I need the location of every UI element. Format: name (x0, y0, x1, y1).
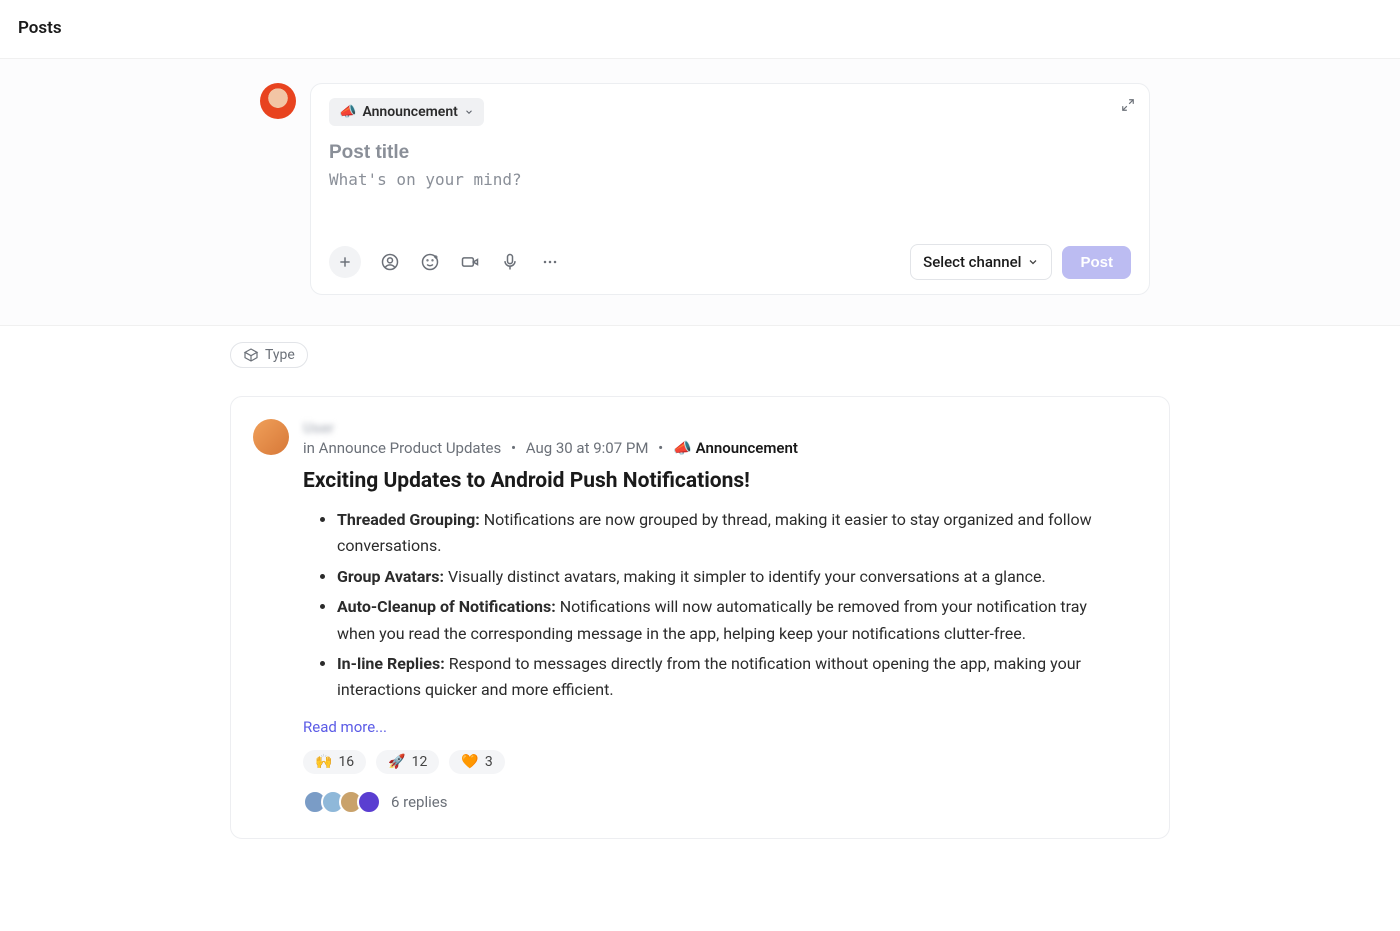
filter-bar: Type (230, 342, 1170, 368)
chevron-down-icon (1027, 256, 1039, 268)
post-bullet: In-line Replies: Respond to messages dir… (337, 651, 1123, 704)
post-title-input[interactable] (329, 142, 1131, 164)
post-timestamp: Aug 30 at 9:07 PM (526, 439, 649, 457)
post-type-chip[interactable]: 📣 Announcement (329, 98, 484, 126)
current-user-avatar (260, 83, 296, 119)
megaphone-icon: 📣 (339, 104, 356, 120)
reply-avatar (357, 790, 381, 814)
post-card: User in Announce Product Updates • Aug 3… (230, 396, 1170, 839)
post-tag: 📣 Announcement (673, 439, 798, 457)
post-bullet: Group Avatars: Visually distinct avatars… (337, 564, 1123, 590)
reactions-row: 🙌16 🚀12 🧡3 (303, 750, 1123, 774)
replies-count: 6 replies (391, 793, 447, 811)
expand-icon[interactable] (1121, 98, 1135, 112)
select-channel-label: Select channel (923, 253, 1021, 271)
post-author-name: User (303, 419, 1123, 437)
post-bullet: Threaded Grouping: Notifications are now… (337, 507, 1123, 560)
reply-avatars (303, 790, 381, 814)
post-type-label: Announcement (362, 104, 457, 120)
box-icon (243, 347, 259, 363)
reaction-pill[interactable]: 🚀12 (376, 750, 439, 774)
type-filter-chip[interactable]: Type (230, 342, 308, 368)
composer-section: 📣 Announcement (0, 59, 1400, 326)
microphone-icon[interactable] (499, 251, 521, 273)
add-attachment-button[interactable] (329, 246, 361, 278)
post-content: Threaded Grouping: Notifications are now… (303, 507, 1123, 704)
video-icon[interactable] (459, 251, 481, 273)
post-title: Exciting Updates to Android Push Notific… (303, 469, 1123, 493)
post-composer: 📣 Announcement (310, 83, 1150, 295)
page-header: Posts (0, 0, 1400, 59)
read-more-link[interactable]: Read more... (303, 718, 387, 736)
emoji-icon[interactable] (419, 251, 441, 273)
post-feed: User in Announce Product Updates • Aug 3… (230, 396, 1170, 839)
more-icon[interactable] (539, 251, 561, 273)
type-filter-label: Type (265, 347, 295, 363)
post-bullet: Auto-Cleanup of Notifications: Notificat… (337, 594, 1123, 647)
chevron-down-icon (464, 107, 474, 117)
reaction-pill[interactable]: 🧡3 (449, 750, 504, 774)
select-channel-dropdown[interactable]: Select channel (910, 244, 1052, 280)
replies-row[interactable]: 6 replies (303, 790, 1123, 814)
post-author-avatar (253, 419, 289, 455)
post-body-input[interactable] (329, 170, 1131, 222)
post-meta: in Announce Product Updates • Aug 30 at … (303, 439, 1123, 457)
post-button[interactable]: Post (1062, 246, 1131, 279)
mention-icon[interactable] (379, 251, 401, 273)
reaction-pill[interactable]: 🙌16 (303, 750, 366, 774)
megaphone-icon: 📣 (673, 439, 692, 457)
page-title: Posts (18, 18, 62, 38)
post-channel-link[interactable]: Announce Product Updates (319, 439, 502, 457)
